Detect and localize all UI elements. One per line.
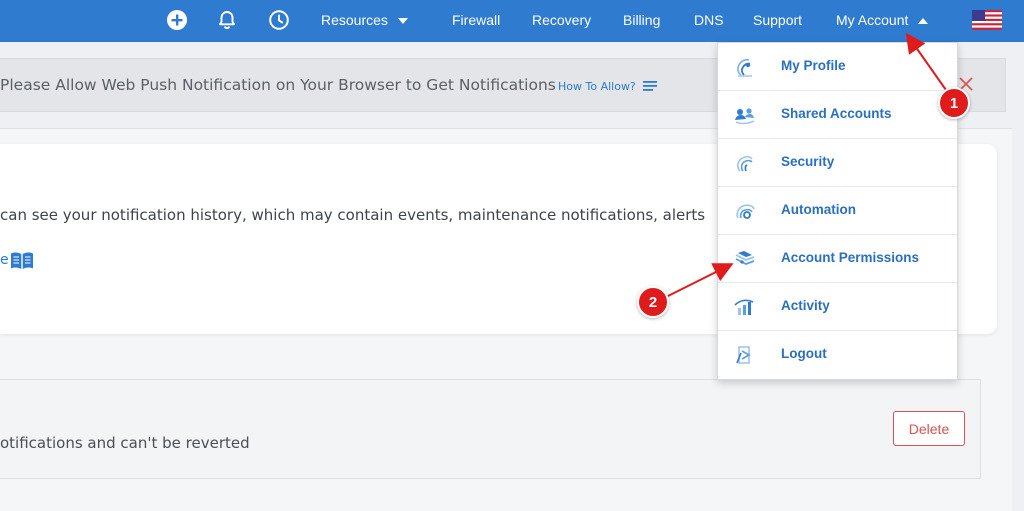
docs-link-fragment[interactable]: e [0,252,9,268]
dropdown-item-account-permissions[interactable]: Account Permissions [718,235,957,283]
dropdown-label-automation: Automation [781,202,856,217]
bell-icon[interactable] [215,8,239,32]
banner-text: Please Allow Web Push Notification on Yo… [0,76,556,94]
nav-my-account[interactable]: My Account [836,12,929,28]
us-flag-icon[interactable] [972,10,1002,30]
automation-icon [736,204,755,219]
clock-icon[interactable] [267,8,291,32]
dropdown-label-activity: Activity [781,298,830,313]
dropdown-item-my-profile[interactable]: My Profile [718,43,957,91]
shared-accounts-icon [735,108,755,125]
dropdown-label-security: Security [781,154,835,169]
chevron-up-icon [918,18,929,25]
dropdown-item-logout[interactable]: Logout [718,331,957,379]
security-icon [737,155,753,172]
book-icon[interactable] [10,251,34,270]
plus-circle-icon[interactable] [165,8,189,32]
profile-icon [737,58,752,77]
nav-resources[interactable]: Resources [321,12,408,28]
dropdown-label-my-profile: My Profile [781,58,846,73]
nav-firewall[interactable]: Firewall [452,12,500,28]
dropdown-item-security[interactable]: Security [718,139,957,187]
dropdown-label-logout: Logout [781,346,827,361]
nav-recovery[interactable]: Recovery [532,12,591,28]
chevron-down-icon [397,18,408,25]
top-navbar: Resources Firewall Recovery Billing DNS … [0,0,1024,42]
nav-support[interactable]: Support [753,12,802,28]
nav-my-account-label: My Account [836,12,909,28]
menu-lines-icon[interactable] [643,81,657,91]
how-to-allow-link[interactable]: How To Allow? [558,80,636,93]
annotation-marker-2: 2 [637,286,669,318]
annotation-marker-1: 1 [938,87,970,119]
dropdown-label-shared-accounts: Shared Accounts [781,106,892,121]
delete-notifications-description: otifications and can't be reverted [0,434,250,452]
my-account-dropdown: My Profile Shared Accounts Security Auto… [717,42,958,380]
nav-resources-label: Resources [321,12,388,28]
dropdown-item-automation[interactable]: Automation [718,187,957,235]
permissions-icon [735,251,755,265]
dropdown-item-shared-accounts[interactable]: Shared Accounts [718,91,957,139]
nav-dns[interactable]: DNS [694,12,724,28]
logout-icon [736,346,751,364]
delete-notifications-card [0,379,981,479]
notification-history-description: can see your notification history, which… [0,206,706,224]
dropdown-item-activity[interactable]: Activity [718,283,957,331]
nav-billing[interactable]: Billing [623,12,660,28]
delete-button[interactable]: Delete [893,411,965,446]
dropdown-label-account-permissions: Account Permissions [781,250,920,265]
activity-icon [734,299,754,315]
